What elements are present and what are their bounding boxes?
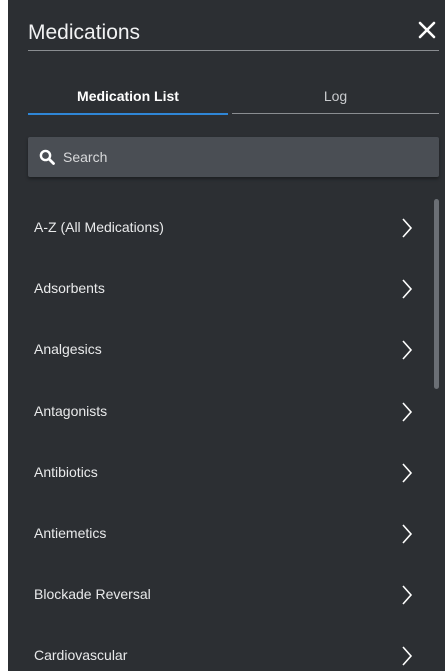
list-item-label: Analgesics [34,341,102,358]
list-item-label: Antiemetics [34,524,107,541]
medication-category-list: A-Z (All Medications) Adsorbents Analges… [28,199,428,671]
panel-header: Medications [28,10,439,50]
chevron-right-icon [402,402,413,422]
tab-log[interactable]: Log [232,78,439,114]
list-item-antagonists[interactable]: Antagonists [28,383,428,444]
list-item-label: A-Z (All Medications) [34,219,164,235]
chevron-right-icon [402,585,413,605]
search-input[interactable] [60,137,423,177]
inactive-tab-divider [232,113,439,114]
list-item-antibiotics[interactable]: Antibiotics [28,444,428,505]
list-item-label: Cardiovascular [34,647,128,664]
close-button[interactable] [415,18,439,42]
list-item-antiemetics[interactable]: Antiemetics [28,505,428,566]
medications-panel: Medications Medication List Log A-Z (All… [8,0,445,671]
list-item-blockade-reversal[interactable]: Blockade Reversal [28,566,428,627]
chevron-right-icon [402,279,413,299]
close-icon [418,21,436,39]
list-item-label: Adsorbents [34,280,105,297]
active-tab-indicator [28,113,228,115]
list-item-label: Blockade Reversal [34,586,151,603]
list-item-adsorbents[interactable]: Adsorbents [28,260,428,321]
chevron-right-icon [402,463,413,483]
list-scrollbar[interactable] [434,199,439,389]
panel-title: Medications [28,21,141,44]
list-item-label: Antibiotics [34,463,98,480]
tab-bar: Medication List Log [28,78,439,115]
list-item-label: Antagonists [34,402,108,419]
search-icon [39,149,55,165]
list-item-analgesics[interactable]: Analgesics [28,321,428,382]
search-bar [28,137,439,177]
header-divider [28,50,439,51]
list-item-cardiovascular[interactable]: Cardiovascular [28,627,428,671]
chevron-right-icon [402,218,413,238]
list-item-a-z-all-medications[interactable]: A-Z (All Medications) [28,199,428,260]
chevron-right-icon [402,340,413,360]
tab-medication-list[interactable]: Medication List [28,78,228,114]
chevron-right-icon [402,646,413,666]
chevron-right-icon [402,524,413,544]
